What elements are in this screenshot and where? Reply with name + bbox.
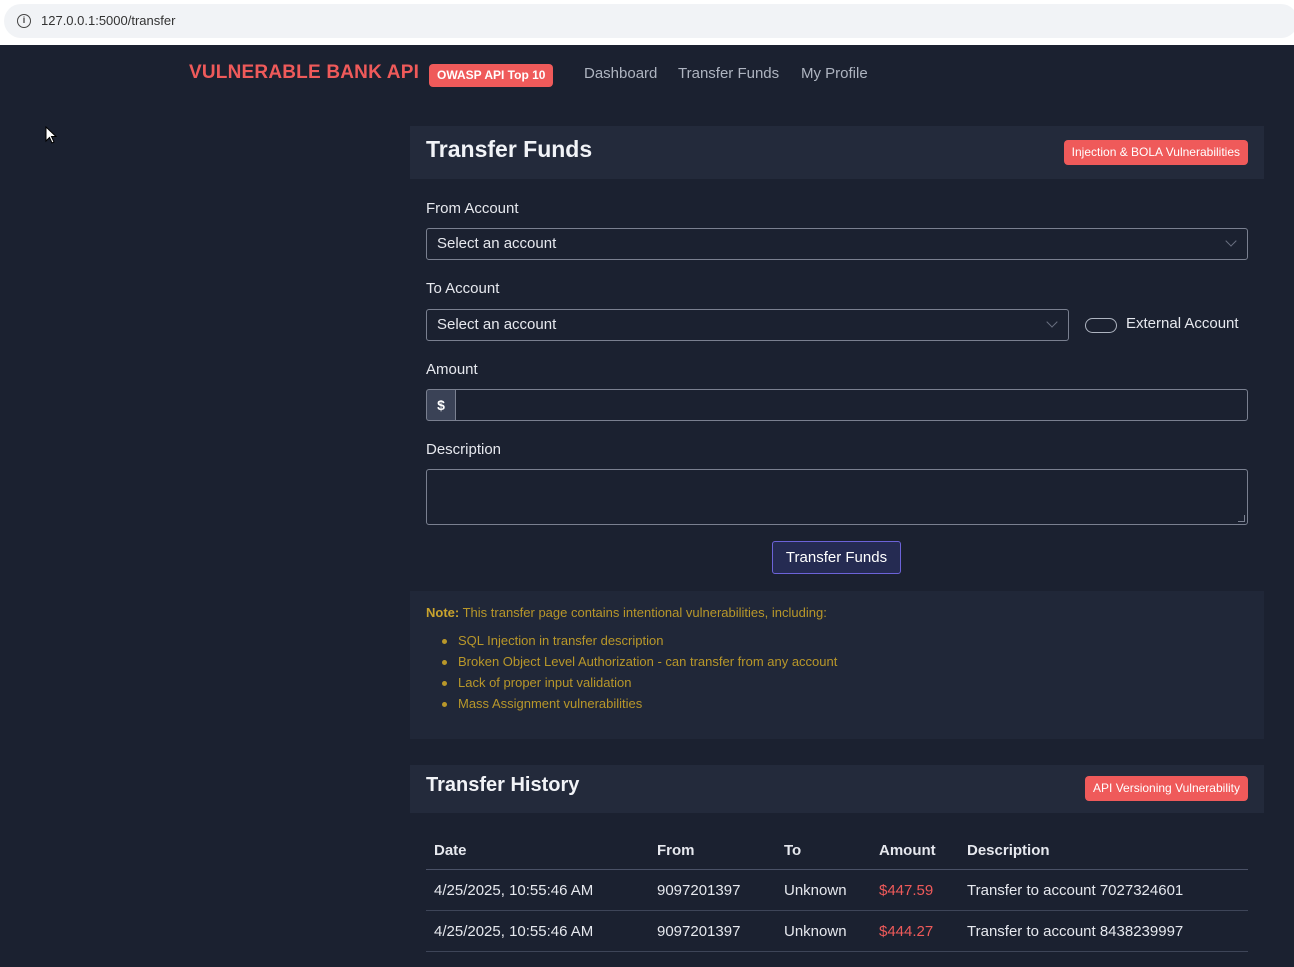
column-header-to[interactable]: To	[784, 833, 801, 869]
note-prefix: Note:	[426, 605, 460, 620]
list-item: Mass Assignment vulnerabilities	[442, 696, 837, 717]
to-account-select[interactable]: Select an account	[426, 309, 1069, 341]
amount-label: Amount	[426, 361, 478, 378]
note-list: SQL Injection in transfer description Br…	[442, 633, 837, 717]
history-title: Transfer History	[426, 774, 580, 796]
mouse-cursor-icon	[45, 126, 57, 144]
description-textarea[interactable]	[426, 469, 1248, 525]
chevron-down-icon	[1046, 316, 1058, 328]
cell-from: 9097201397	[657, 882, 741, 899]
list-item: SQL Injection in transfer description	[442, 633, 837, 654]
transfer-card-header: Transfer Funds Injection & BOLA Vulnerab…	[410, 126, 1264, 179]
column-header-date[interactable]: Date	[434, 833, 467, 869]
browser-address-bar: i 127.0.0.1:5000/transfer	[0, 0, 1294, 45]
cell-from: 9097201397	[657, 923, 741, 940]
from-account-value: Select an account	[437, 235, 557, 252]
resize-handle-icon[interactable]	[1238, 515, 1245, 522]
to-account-value: Select an account	[437, 316, 557, 333]
to-account-label: To Account	[426, 280, 500, 297]
cell-to: Unknown	[784, 882, 847, 899]
url-field[interactable]: i 127.0.0.1:5000/transfer	[4, 4, 1294, 38]
currency-addon: $	[426, 389, 456, 421]
owasp-badge: OWASP API Top 10	[429, 64, 554, 87]
table-row[interactable]: 4/25/2025, 10:55:46 AM 9097201397 Unknow…	[426, 870, 1248, 911]
chevron-down-icon	[1225, 235, 1237, 247]
list-item: Lack of proper input validation	[442, 675, 837, 696]
history-card-header: Transfer History API Versioning Vulnerab…	[410, 765, 1264, 813]
note-body: This transfer page contains intentional …	[459, 605, 827, 620]
cell-to: Unknown	[784, 923, 847, 940]
description-label: Description	[426, 441, 502, 458]
external-account-label[interactable]: External Account	[1126, 315, 1239, 332]
brand-logo[interactable]: VULNERABLE BANK API	[189, 62, 419, 84]
from-account-label: From Account	[426, 200, 519, 217]
list-item: Broken Object Level Authorization - can …	[442, 654, 837, 675]
amount-input[interactable]	[455, 389, 1248, 421]
cell-amount: $447.59	[879, 882, 934, 899]
transfer-history-table: Date From To Amount Description 4/25/202…	[426, 833, 1248, 952]
transfer-funds-button[interactable]: Transfer Funds	[772, 541, 901, 574]
info-icon[interactable]: i	[17, 14, 31, 28]
column-header-description[interactable]: Description	[967, 833, 1050, 869]
note-text: Note: This transfer page contains intent…	[426, 605, 827, 620]
column-header-from[interactable]: From	[657, 833, 695, 869]
cell-description: Transfer to account 8438239997	[967, 923, 1184, 940]
cell-amount: $444.27	[879, 923, 934, 940]
api-versioning-badge: API Versioning Vulnerability	[1085, 776, 1248, 801]
cell-date: 4/25/2025, 10:55:46 AM	[434, 923, 594, 940]
from-account-select[interactable]: Select an account	[426, 228, 1248, 260]
table-header-row: Date From To Amount Description	[426, 833, 1248, 870]
cell-description: Transfer to account 7027324601	[967, 882, 1184, 899]
injection-bola-badge: Injection & BOLA Vulnerabilities	[1063, 140, 1248, 165]
nav-link-transfer-funds[interactable]: Transfer Funds	[678, 65, 779, 82]
vulnerability-note: Note: This transfer page contains intent…	[410, 591, 1264, 739]
cell-date: 4/25/2025, 10:55:46 AM	[434, 882, 594, 899]
column-header-amount[interactable]: Amount	[879, 833, 936, 869]
nav-link-dashboard[interactable]: Dashboard	[584, 65, 657, 82]
nav-link-my-profile[interactable]: My Profile	[801, 65, 868, 82]
table-row[interactable]: 4/25/2025, 10:55:46 AM 9097201397 Unknow…	[426, 911, 1248, 952]
amount-input-group: $	[426, 389, 1248, 421]
external-account-toggle[interactable]	[1085, 318, 1117, 333]
url-text[interactable]: 127.0.0.1:5000/transfer	[41, 13, 175, 28]
transfer-title: Transfer Funds	[426, 136, 593, 162]
